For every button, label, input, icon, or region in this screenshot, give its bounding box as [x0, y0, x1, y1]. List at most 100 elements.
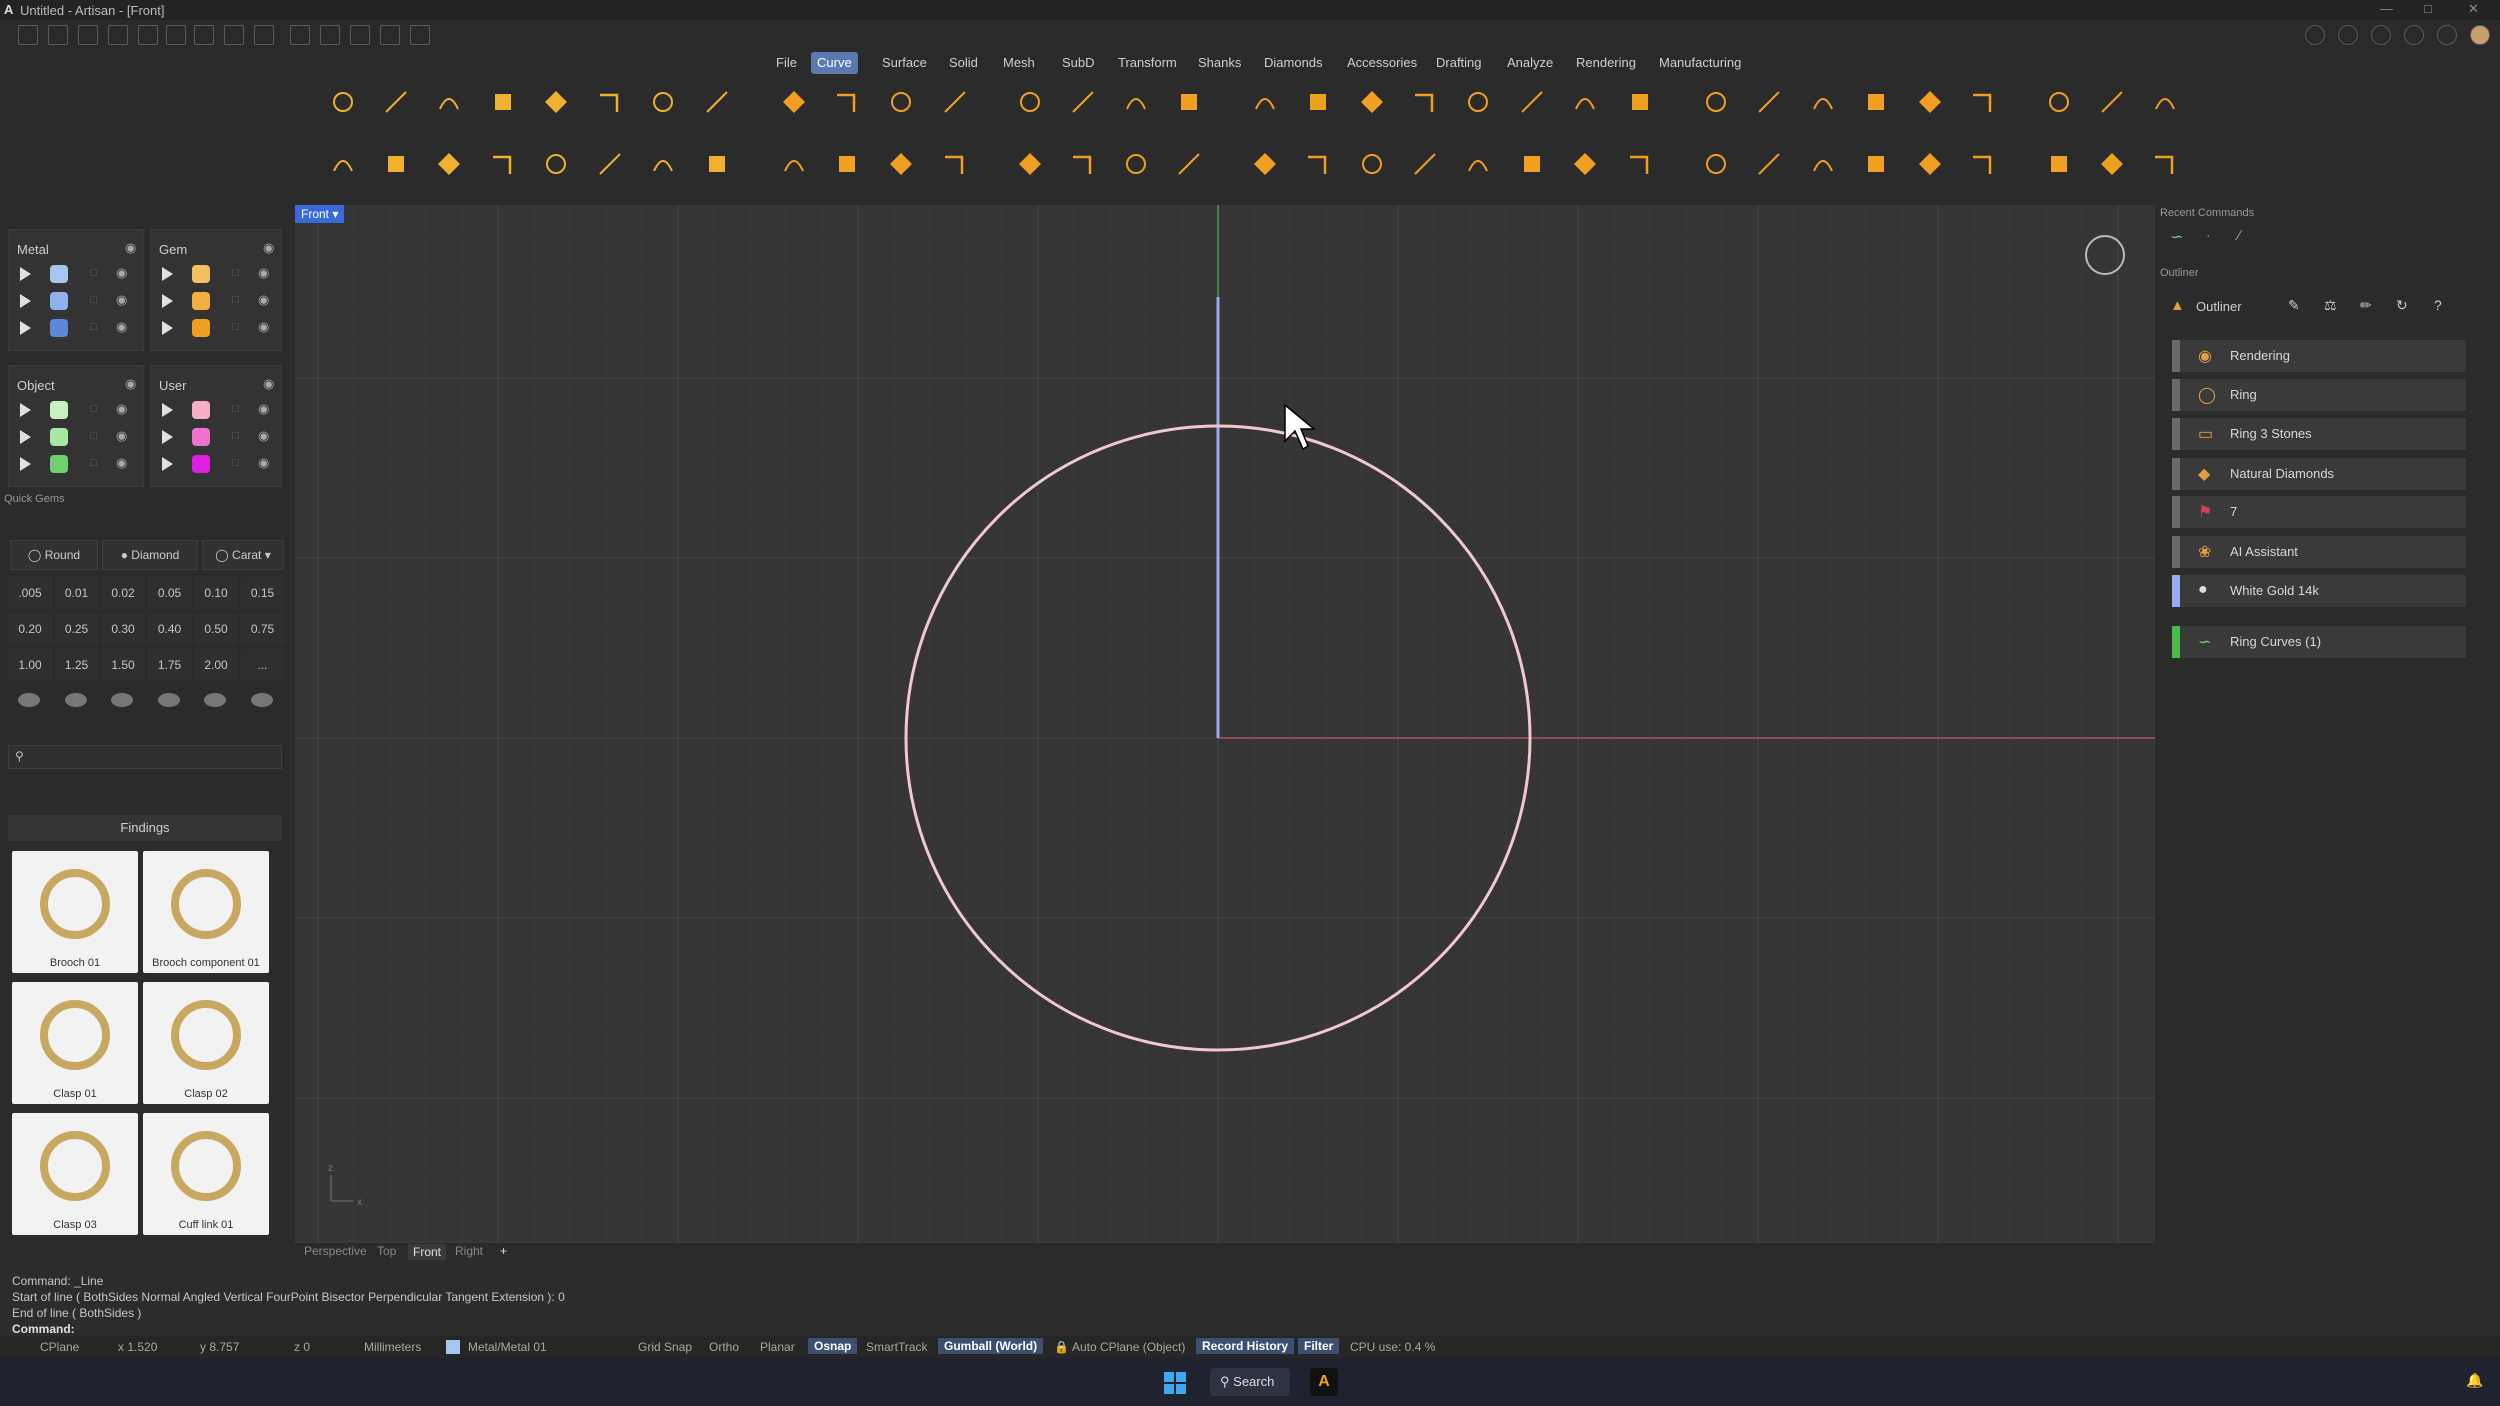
tab-front[interactable]: Front — [408, 1244, 447, 1260]
outliner-item[interactable]: ◉ Rendering — [2172, 340, 2466, 372]
maximize-icon[interactable]: □ — [2424, 1, 2432, 16]
user-layer-swatch[interactable] — [192, 428, 210, 446]
viewport-label[interactable]: Front ▾ — [295, 205, 345, 223]
tool-icon[interactable] — [1959, 78, 2007, 126]
viewport-canvas[interactable]: xz — [295, 205, 2155, 1243]
gem-layer-swatch[interactable] — [192, 319, 210, 337]
recent-curve-icon[interactable]: ∽ — [2170, 227, 2183, 247]
filter-toggle[interactable]: Filter — [1298, 1338, 1340, 1354]
expand-icon[interactable] — [162, 403, 173, 417]
gem-layer-swatch[interactable] — [192, 292, 210, 310]
outliner-item[interactable]: ◯ Ring — [2172, 379, 2466, 411]
tool-icon[interactable] — [1799, 78, 1847, 126]
lock-icon[interactable]: □ — [90, 430, 97, 442]
tool-icon[interactable] — [586, 140, 634, 188]
library-item[interactable]: Cuff link 01 — [143, 1113, 269, 1235]
eye-icon[interactable]: ◉ — [125, 376, 136, 392]
eye-icon[interactable]: ◉ — [116, 292, 127, 308]
tool-icon[interactable] — [2141, 140, 2189, 188]
record-history-toggle[interactable]: Record History — [1196, 1338, 1295, 1354]
tool-icon[interactable] — [1959, 140, 2007, 188]
help-icon[interactable]: ? — [2434, 297, 2442, 313]
recent-point-icon[interactable]: · — [2206, 227, 2211, 243]
close-icon[interactable]: ✕ — [2468, 1, 2479, 17]
undo-icon[interactable] — [138, 25, 158, 45]
snap-icon[interactable] — [320, 25, 340, 45]
save-as-icon[interactable] — [224, 25, 244, 45]
gem-material-button[interactable]: ● Diamond — [102, 540, 198, 570]
library-item[interactable]: Brooch 01 — [12, 851, 138, 973]
tool-icon[interactable] — [1906, 78, 1954, 126]
eye-icon[interactable]: ◉ — [116, 428, 127, 444]
expand-icon[interactable] — [20, 294, 31, 308]
windows-start-icon[interactable] — [1164, 1372, 1186, 1394]
expand-icon[interactable] — [162, 430, 173, 444]
gem-cut-icon[interactable] — [157, 693, 180, 707]
scale-icon[interactable]: ⚖ — [2324, 297, 2337, 314]
tool-icon[interactable] — [1006, 140, 1054, 188]
tool-icon[interactable] — [319, 140, 367, 188]
info-icon[interactable] — [2338, 25, 2358, 45]
tool-icon[interactable] — [532, 140, 580, 188]
eye-icon[interactable]: ◉ — [263, 240, 274, 256]
eye-icon[interactable]: ◉ — [258, 265, 269, 281]
gem-size-button[interactable]: 0.30 — [101, 613, 145, 645]
tool-icon[interactable] — [639, 78, 687, 126]
tool-icon[interactable] — [1241, 140, 1289, 188]
lock-icon[interactable]: □ — [232, 294, 239, 306]
tab-analyze[interactable]: Analyze — [1501, 52, 1559, 74]
gem-size-button[interactable]: 0.01 — [54, 577, 99, 609]
user-layer-swatch[interactable] — [192, 401, 210, 419]
lock-icon[interactable]: □ — [90, 321, 97, 333]
new-template-icon[interactable] — [48, 25, 68, 45]
tool-icon[interactable] — [1692, 140, 1740, 188]
tool-icon[interactable] — [1006, 78, 1054, 126]
gem-size-button[interactable]: 0.02 — [101, 577, 145, 609]
expand-icon[interactable] — [20, 321, 31, 335]
outliner-item[interactable]: ⚑ 7 — [2172, 496, 2466, 528]
lock-icon[interactable]: □ — [232, 403, 239, 415]
help-icon[interactable] — [2404, 25, 2424, 45]
tool-icon[interactable] — [1508, 78, 1556, 126]
tool-icon[interactable] — [1692, 78, 1740, 126]
eye-icon[interactable]: ◉ — [258, 401, 269, 417]
library-item[interactable]: Brooch component 01 — [143, 851, 269, 973]
smarttrack-toggle[interactable]: SmartTrack — [866, 1340, 928, 1354]
link-icon[interactable] — [2437, 25, 2457, 45]
tool-icon[interactable] — [1294, 78, 1342, 126]
tab-subd[interactable]: SubD — [1056, 52, 1101, 74]
tool-icon[interactable] — [425, 78, 473, 126]
outliner-item[interactable]: ● White Gold 14k — [2172, 575, 2466, 607]
gem-size-button[interactable]: 0.40 — [147, 613, 192, 645]
tool-icon[interactable] — [693, 78, 741, 126]
user-layer-swatch[interactable] — [192, 455, 210, 473]
tab-perspective[interactable]: Perspective — [304, 1244, 367, 1258]
gumball-toggle[interactable]: Gumball (World) — [938, 1338, 1044, 1354]
tab-curve[interactable]: Curve — [811, 52, 858, 74]
tab-diamonds[interactable]: Diamonds — [1258, 52, 1329, 74]
tab-mesh[interactable]: Mesh — [997, 52, 1041, 74]
command-prompt[interactable]: Command: — [12, 1322, 75, 1336]
tool-icon[interactable] — [1401, 78, 1449, 126]
object-layer-swatch[interactable] — [50, 428, 68, 446]
tool-icon[interactable] — [1906, 140, 1954, 188]
save-all-icon[interactable] — [254, 25, 274, 45]
outliner-item[interactable]: ∽ Ring Curves (1) — [2172, 626, 2466, 658]
gem-size-button[interactable]: 0.50 — [194, 613, 238, 645]
eye-icon[interactable]: ◉ — [258, 292, 269, 308]
tool-icon[interactable] — [2035, 78, 2083, 126]
metal-layer-swatch[interactable] — [50, 292, 68, 310]
tab-rendering[interactable]: Rendering — [1570, 52, 1642, 74]
tool-icon[interactable] — [2035, 140, 2083, 188]
eye-icon[interactable]: ◉ — [116, 401, 127, 417]
tool-icon[interactable] — [931, 140, 979, 188]
lock-icon[interactable]: □ — [90, 267, 97, 279]
eye-icon[interactable]: ◉ — [116, 455, 127, 471]
tab-surface[interactable]: Surface — [876, 52, 933, 74]
ortho-toggle[interactable]: Ortho — [709, 1340, 739, 1354]
artisan-app-icon[interactable]: A — [1310, 1368, 1338, 1396]
grid-snap-toggle[interactable]: Grid Snap — [638, 1340, 692, 1354]
settings-icon[interactable] — [410, 25, 430, 45]
status-units[interactable]: Millimeters — [364, 1340, 421, 1354]
tool-icon[interactable] — [639, 140, 687, 188]
